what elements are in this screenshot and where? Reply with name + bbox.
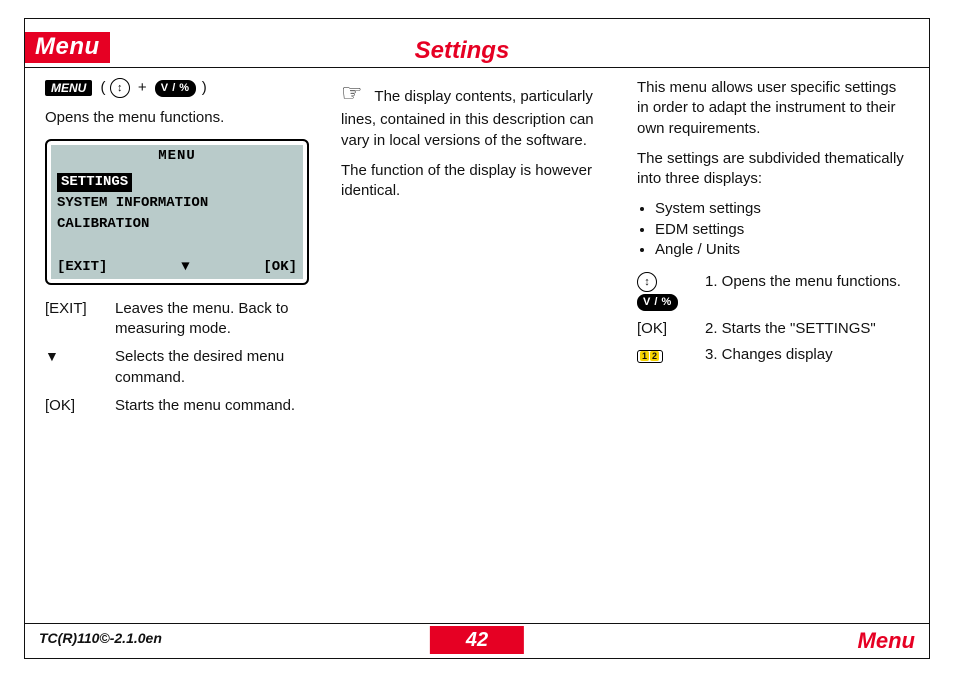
menu-key-definitions: [EXIT] Leaves the menu. Back to measurin… xyxy=(45,299,317,416)
lcd-ok: [OK] xyxy=(263,258,297,277)
step-2-text: 2. Starts the "SETTINGS" xyxy=(705,319,909,339)
updown-icon: ↕ xyxy=(637,272,657,292)
note-paragraph-2: The function of the display is however i… xyxy=(341,161,613,202)
section-menu-title: Menu xyxy=(25,32,110,63)
def-exit-desc: Leaves the menu. Back to measuring mode. xyxy=(115,299,317,340)
footer-doc-id: TC(R)110©-2.1.0en xyxy=(39,630,162,646)
bullet-item: EDM settings xyxy=(655,220,909,240)
lcd-screen: MENU SETTINGS SYSTEM INFORMATION CALIBRA… xyxy=(45,139,309,285)
column-note: ☞ The display contents, particularly lin… xyxy=(341,78,613,623)
footer-page-number: 42 xyxy=(430,626,524,654)
shortcut-row: MENU ( ↕ + V / % ) xyxy=(45,78,317,98)
settings-bullets: System settings EDM settings Angle / Uni… xyxy=(637,199,909,260)
settings-subhead: The settings are subdivided thematically… xyxy=(637,149,909,190)
step-3-text: 3. Changes display xyxy=(705,345,909,365)
settings-action-steps: ↕ V / % 1. Opens the menu functions. [OK… xyxy=(637,272,909,365)
step-1-text: 1. Opens the menu functions. xyxy=(705,272,909,292)
def-exit-term: [EXIT] xyxy=(45,299,105,319)
footer-section: Menu xyxy=(858,628,915,654)
lcd-exit: [EXIT] xyxy=(57,258,107,277)
step-ok-term: [OK] xyxy=(637,319,695,339)
lcd-title: MENU xyxy=(57,147,297,166)
def-ok-desc: Starts the menu command. xyxy=(115,396,317,416)
column-settings: This menu allows user specific settings … xyxy=(637,78,909,623)
v-percent-key-icon: V / % xyxy=(637,294,678,311)
settings-intro: This menu allows user specific settings … xyxy=(637,78,909,139)
note-paragraph-1: The display contents, particularly lines… xyxy=(341,88,594,149)
lcd-item: SYSTEM INFORMATION xyxy=(57,194,297,213)
lcd-item: CALIBRATION xyxy=(57,215,297,234)
def-down-term: ▼ xyxy=(45,347,105,366)
def-down-desc: Selects the desired menu command. xyxy=(115,347,317,388)
column-menu: MENU ( ↕ + V / % ) Opens the menu functi… xyxy=(45,78,317,623)
bullet-item: Angle / Units xyxy=(655,240,909,260)
menu-key-pill: MENU xyxy=(45,80,92,96)
section-settings-title: Settings xyxy=(415,39,510,63)
pointing-hand-icon: ☞ xyxy=(341,80,363,107)
v-percent-key-icon: V / % xyxy=(155,80,196,97)
page-switch-icon: 12 xyxy=(637,350,663,363)
lcd-arrow-down-icon: ▼ xyxy=(181,258,189,277)
def-ok-term: [OK] xyxy=(45,396,105,416)
updown-icon: ↕ xyxy=(110,78,130,98)
lcd-selected-item: SETTINGS xyxy=(57,173,132,192)
bullet-item: System settings xyxy=(655,199,909,219)
menu-intro: Opens the menu functions. xyxy=(45,108,317,128)
